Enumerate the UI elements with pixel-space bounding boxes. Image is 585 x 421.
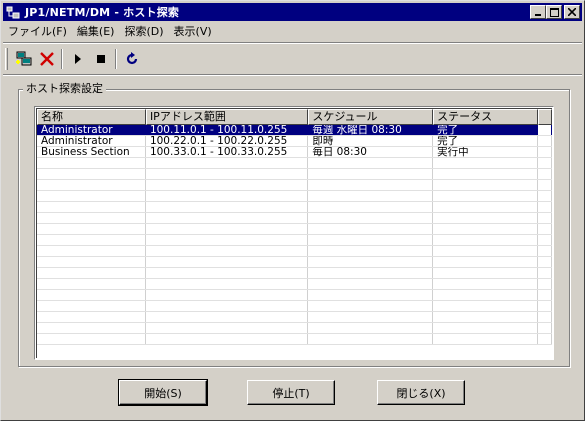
stop-button[interactable]: 停止(T) (247, 380, 335, 405)
menu-discover[interactable]: 探索(D) (119, 23, 168, 41)
column-header-ip-range[interactable]: IPアドレス範囲 (145, 109, 309, 125)
cell-schedule: 毎週 水曜日 08:30 (308, 125, 434, 135)
empty-row (37, 169, 552, 180)
cell-schedule: 即時 (308, 136, 434, 146)
cell-schedule: 毎日 08:30 (308, 147, 434, 157)
empty-row (37, 279, 552, 290)
empty-row (37, 202, 552, 213)
empty-row (37, 158, 552, 169)
empty-row (37, 334, 552, 345)
stop-icon (96, 55, 105, 63)
delete-button[interactable] (35, 48, 58, 70)
title-bar[interactable]: JP1/NETM/DM - ホスト探索 (3, 3, 582, 21)
cell-status: 完了 (433, 136, 539, 146)
table-row[interactable]: Business Section 100.33.0.1 - 100.33.0.2… (37, 147, 552, 158)
empty-row (37, 323, 552, 334)
list-header: 名称 IPアドレス範囲 スケジュール ステータス (37, 109, 552, 125)
close-icon (568, 8, 576, 16)
start-button[interactable]: 開始(S) (118, 379, 208, 406)
group-label: ホスト探索設定 (23, 82, 106, 95)
column-header-status[interactable]: ステータス (433, 109, 539, 125)
menu-bar: ファイル(F) 編集(E) 探索(D) 表示(V) (3, 23, 217, 41)
close-button[interactable]: 閉じる(X) (377, 380, 465, 405)
column-header-filler (538, 109, 552, 125)
menu-file[interactable]: ファイル(F) (3, 23, 72, 41)
cell-name: Administrator (37, 136, 146, 146)
cell-ip-range: 100.22.0.1 - 100.22.0.255 (146, 136, 309, 146)
empty-row (37, 290, 552, 301)
delete-icon (39, 52, 54, 66)
empty-row (37, 224, 552, 235)
column-header-name[interactable]: 名称 (37, 109, 146, 125)
toolbar (5, 46, 143, 72)
menu-separator (3, 42, 582, 44)
refresh-button[interactable] (120, 48, 143, 70)
maximize-button[interactable] (546, 5, 562, 19)
cell-name: Administrator (37, 125, 146, 135)
empty-row (37, 301, 552, 312)
empty-rows (37, 158, 552, 345)
start-discovery-button[interactable] (66, 48, 89, 70)
toolbar-separator-line (3, 74, 582, 76)
menu-view[interactable]: 表示(V) (169, 23, 217, 41)
toolbar-grip[interactable] (5, 48, 8, 70)
maximize-icon (549, 7, 559, 17)
host-discovery-list[interactable]: 名称 IPアドレス範囲 スケジュール ステータス Administrator 1… (34, 106, 554, 360)
empty-row (37, 213, 552, 224)
empty-row (37, 312, 552, 323)
close-window-button[interactable] (564, 5, 580, 19)
cell-ip-range: 100.33.0.1 - 100.33.0.255 (146, 147, 309, 157)
minimize-button[interactable] (530, 5, 546, 19)
cell-status: 実行中 (433, 147, 539, 157)
window-title: JP1/NETM/DM - ホスト探索 (25, 6, 180, 19)
new-host-button[interactable] (12, 48, 35, 70)
empty-row (37, 268, 552, 279)
toolbar-separator (61, 49, 63, 69)
empty-row (37, 246, 552, 257)
main-window: JP1/NETM/DM - ホスト探索 ファイル(F) 編集(E) 探索(D) … (0, 0, 585, 421)
empty-row (37, 235, 552, 246)
minimize-icon (535, 14, 541, 16)
cell-ip-range: 100.11.0.1 - 100.11.0.255 (145, 125, 309, 135)
stop-discovery-button[interactable] (89, 48, 112, 70)
column-header-schedule[interactable]: スケジュール (308, 109, 434, 125)
table-row[interactable]: Administrator 100.11.0.1 - 100.11.0.255 … (37, 125, 552, 136)
app-icon (5, 5, 21, 19)
table-row[interactable]: Administrator 100.22.0.1 - 100.22.0.255 … (37, 136, 552, 147)
refresh-icon (126, 52, 137, 65)
menu-edit[interactable]: 編集(E) (72, 23, 120, 41)
empty-row (37, 180, 552, 191)
play-icon (74, 54, 81, 64)
cell-name: Business Section (37, 147, 146, 157)
empty-row (37, 257, 552, 268)
toolbar-separator (115, 49, 117, 69)
cell-status: 完了 (433, 125, 539, 135)
empty-row (37, 191, 552, 202)
new-host-icon (15, 51, 31, 66)
